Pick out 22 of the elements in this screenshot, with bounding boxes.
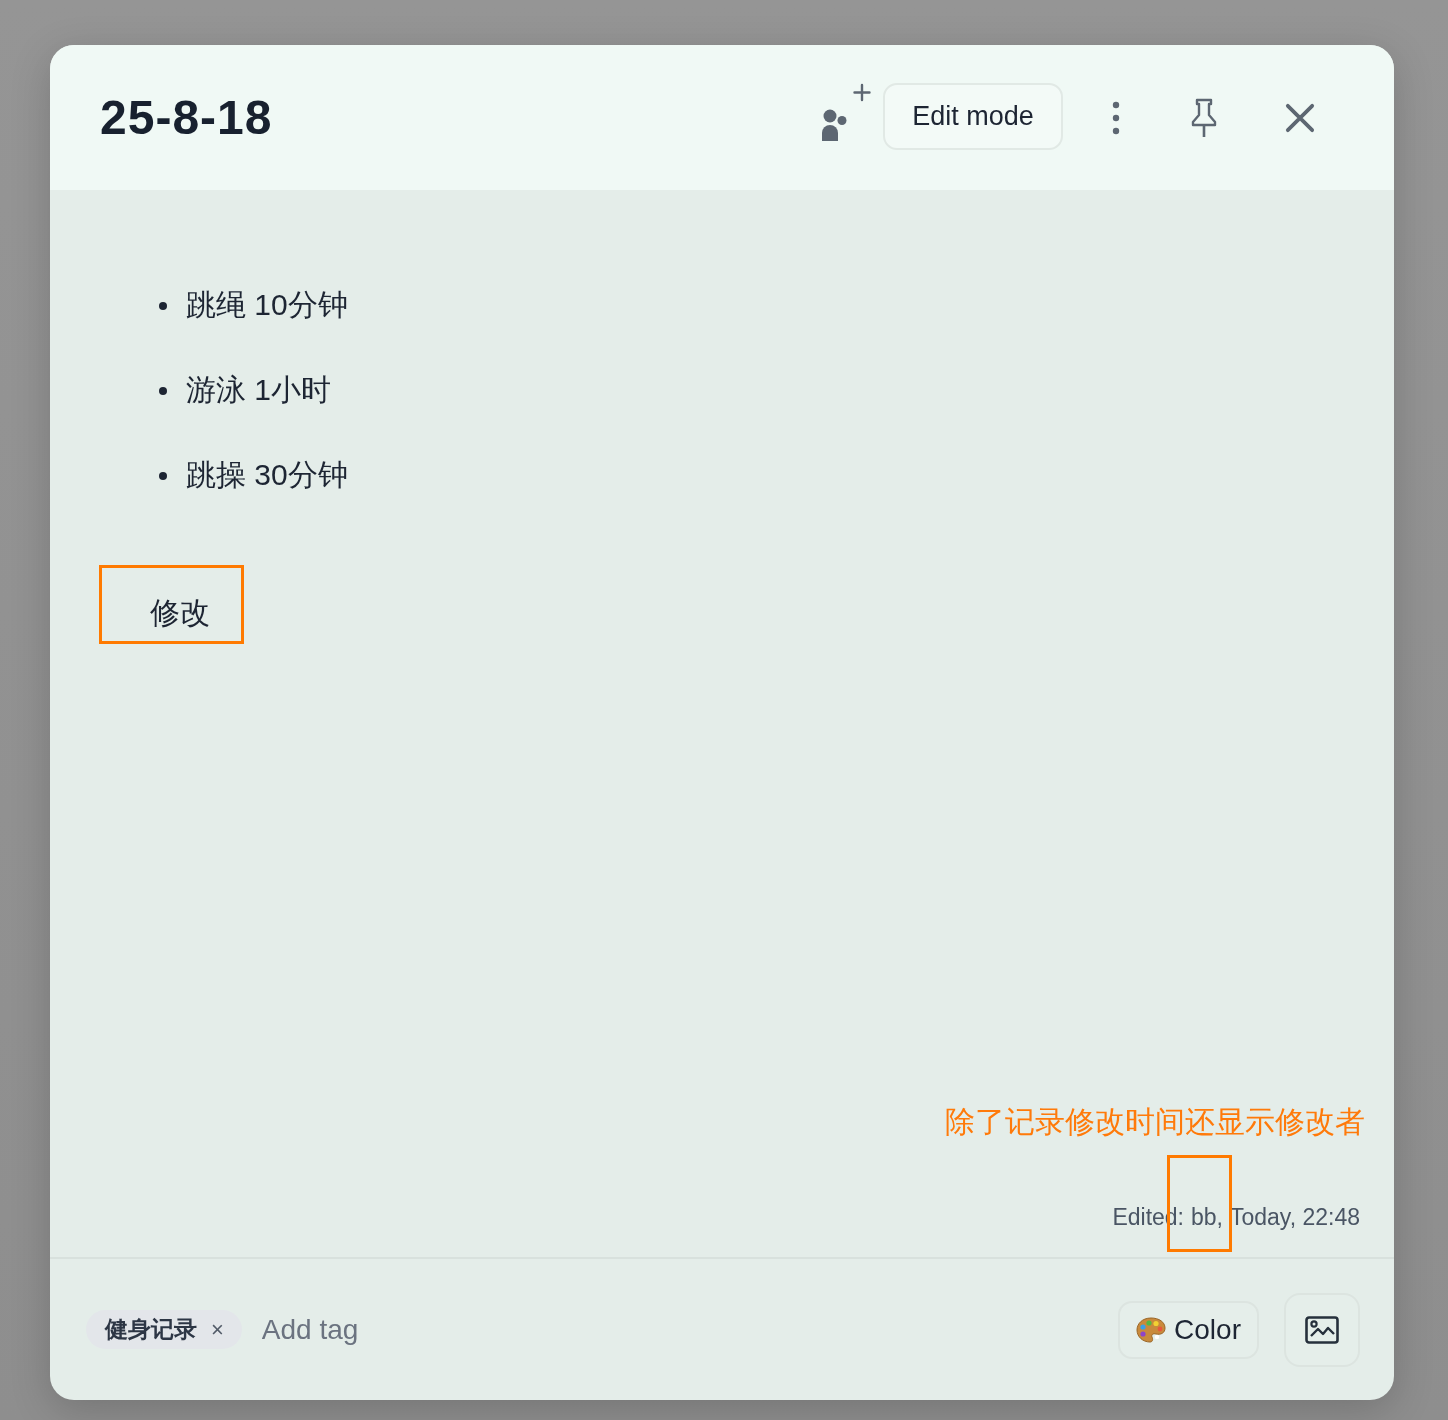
bullet-icon [159, 301, 167, 310]
list-item-text: 跳操 30分钟 [186, 457, 348, 493]
close-icon [1285, 102, 1315, 133]
image-icon [1305, 1315, 1339, 1344]
image-button[interactable] [1284, 1292, 1360, 1367]
edited-time: Today, 22:48 [1230, 1203, 1360, 1232]
editor-name: bb, [1191, 1203, 1223, 1232]
bullet-icon [159, 386, 167, 395]
note-title: 25-8-18 [100, 90, 273, 145]
palette-icon [1136, 1316, 1167, 1343]
pin-icon [1190, 97, 1218, 138]
edit-mode-button[interactable]: Edit mode [883, 83, 1063, 150]
tag-input-field[interactable]: Add tag [259, 1308, 1119, 1351]
tag-remove-button[interactable]: × [211, 1316, 224, 1343]
annotation-note: 除了记录修改时间还显示修改者 [945, 1104, 1365, 1140]
tag-label: 健身记录 [105, 1315, 197, 1344]
color-button[interactable]: Color [1118, 1300, 1259, 1359]
more-icon [1112, 100, 1120, 135]
bullet-icon [159, 471, 167, 480]
paragraph-text: 修改 [150, 598, 210, 628]
list-item-text: 游泳 1小时 [186, 372, 332, 408]
list-item-text: 跳绳 10分钟 [186, 287, 348, 323]
